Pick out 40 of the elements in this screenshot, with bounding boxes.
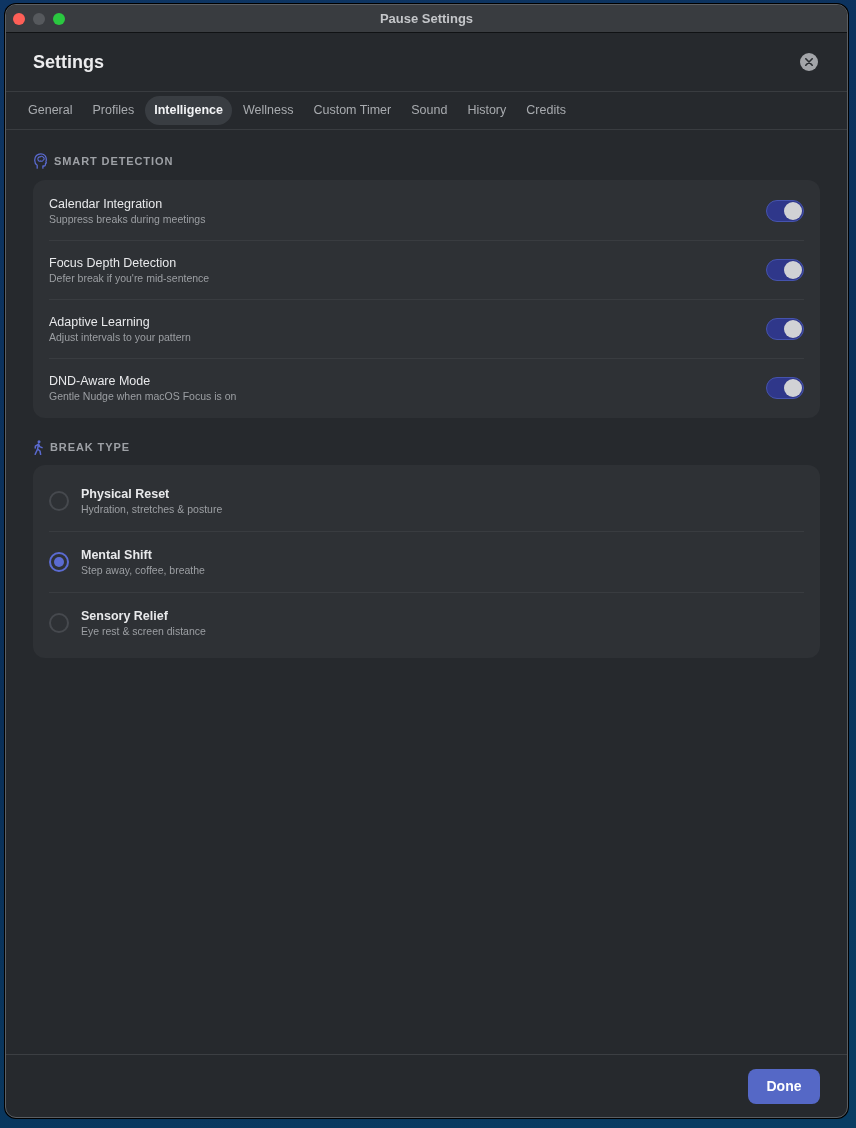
option-title: Adaptive Learning xyxy=(49,314,151,330)
tab[interactable]: Wellness xyxy=(233,96,303,125)
option-description: Adjust intervals to your pattern xyxy=(49,330,191,344)
option-description: Suppress breaks during meetings xyxy=(49,211,206,226)
radio-button[interactable] xyxy=(49,490,69,511)
option-title: Mental Shift xyxy=(81,547,153,563)
option-title: Focus Depth Detection xyxy=(49,255,178,271)
option-description: Defer break if you're mid-sentence xyxy=(49,271,210,285)
option-description: Step away, coffee, breathe xyxy=(81,563,205,577)
section-heading: BREAK TYPE xyxy=(50,440,130,455)
dialog-title: Settings xyxy=(33,50,104,74)
close-button[interactable] xyxy=(800,53,818,71)
tab[interactable]: Custom Timer xyxy=(304,96,401,125)
tab[interactable]: Intelligence xyxy=(145,96,232,125)
option-description: Eye rest & screen distance xyxy=(81,624,206,638)
close-icon xyxy=(805,58,813,66)
window-title: Pause Settings xyxy=(378,9,475,28)
tab[interactable]: General xyxy=(19,96,82,125)
toggle-switch[interactable] xyxy=(766,259,804,281)
window-close-button[interactable] xyxy=(13,12,25,25)
tab[interactable]: History xyxy=(458,96,516,125)
toggle-switch[interactable] xyxy=(766,199,804,222)
window-zoom-button[interactable] xyxy=(53,12,65,25)
toggle-switch[interactable] xyxy=(766,377,804,399)
option-description: Gentle Nudge when macOS Focus is on xyxy=(49,389,237,403)
tab[interactable]: Sound xyxy=(402,96,457,125)
option-title: Physical Reset xyxy=(81,485,171,502)
head-brain-icon xyxy=(34,153,47,169)
walking-person-icon xyxy=(34,439,43,455)
tab[interactable]: Credits xyxy=(517,96,575,125)
option-title: Sensory Relief xyxy=(81,608,169,624)
section-heading: SMART DETECTION xyxy=(54,154,174,169)
option-title: Calendar Integration xyxy=(49,195,164,212)
done-button[interactable]: Done xyxy=(748,1068,820,1104)
option-description: Hydration, stretches & posture xyxy=(81,501,223,516)
option-title: DND-Aware Mode xyxy=(49,373,152,389)
toggle-switch[interactable] xyxy=(766,318,804,340)
tab[interactable]: Profiles xyxy=(83,96,144,125)
radio-button[interactable] xyxy=(49,552,69,572)
radio-button[interactable] xyxy=(49,613,69,633)
